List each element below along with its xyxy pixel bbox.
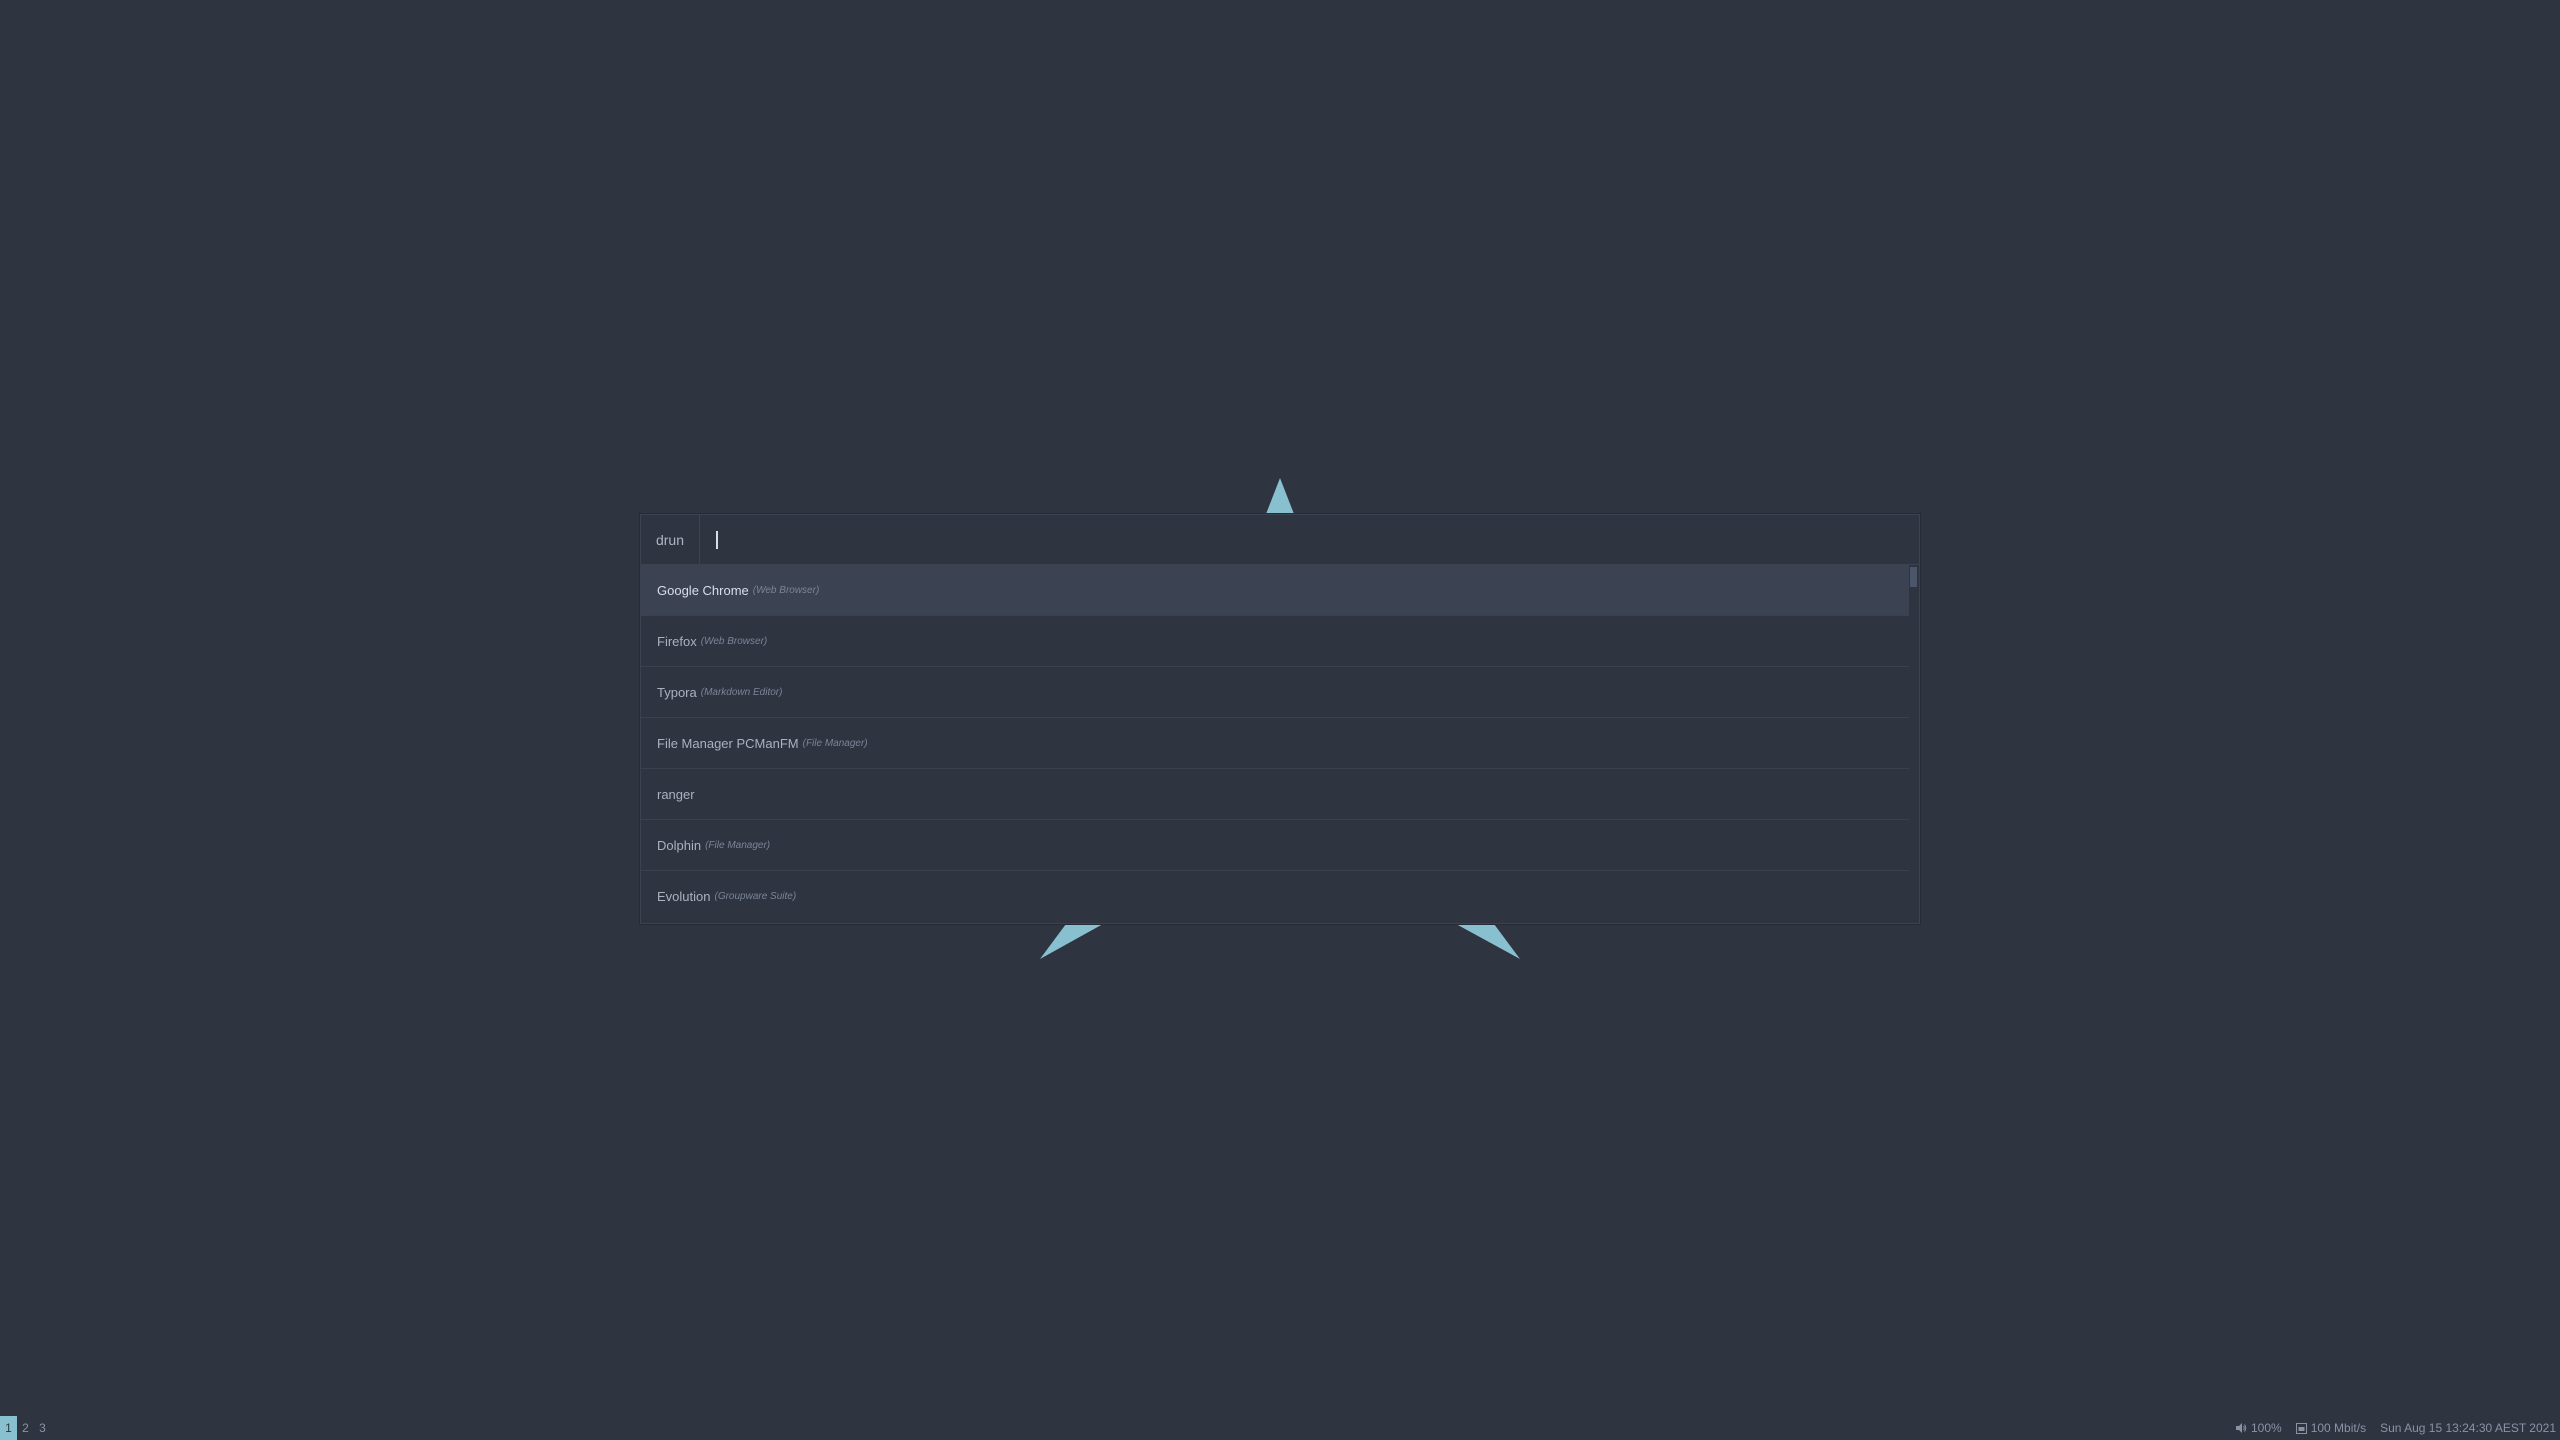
app-launcher: drun Google Chrome (Web Browser) Firefox… bbox=[640, 514, 1920, 924]
launcher-scrollbar[interactable] bbox=[1910, 565, 1917, 923]
network-status[interactable]: 100 Mbit/s bbox=[2295, 1421, 2367, 1435]
launcher-item-dolphin[interactable]: Dolphin (File Manager) bbox=[641, 820, 1909, 871]
launcher-item-generic: (Web Browser) bbox=[752, 584, 820, 596]
speaker-icon bbox=[2236, 1423, 2247, 1433]
launcher-item-generic: (Groupware Suite) bbox=[714, 891, 797, 902]
launcher-search-input[interactable] bbox=[700, 515, 1919, 564]
status-bar: 1 2 3 100% 100 Mbit/s Sun Aug 15 13:24:3… bbox=[0, 1416, 2560, 1440]
launcher-item-generic: (File Manager) bbox=[705, 839, 771, 851]
volume-level: 100% bbox=[2251, 1421, 2282, 1435]
workspace-switcher: 1 2 3 bbox=[0, 1416, 51, 1440]
launcher-item-pcmanfm[interactable]: File Manager PCManFM (File Manager) bbox=[641, 718, 1909, 769]
workspace-3[interactable]: 3 bbox=[34, 1416, 51, 1440]
launcher-item-name: Evolution bbox=[657, 889, 711, 904]
launcher-item-generic: (Web Browser) bbox=[700, 635, 768, 647]
launcher-item-name: File Manager PCManFM bbox=[657, 735, 799, 751]
launcher-item-generic: (File Manager) bbox=[802, 737, 868, 749]
launcher-results-list: Google Chrome (Web Browser) Firefox (Web… bbox=[641, 565, 1919, 923]
launcher-item-name: Dolphin bbox=[657, 837, 702, 853]
desktop: drun Google Chrome (Web Browser) Firefox… bbox=[0, 0, 2560, 1440]
launcher-item-ranger[interactable]: ranger bbox=[641, 769, 1909, 820]
launcher-mode-prompt: drun bbox=[641, 515, 700, 564]
wallpaper-triangle-left bbox=[1040, 924, 1103, 959]
launcher-item-evolution[interactable]: Evolution (Groupware Suite) bbox=[641, 871, 1909, 922]
text-caret bbox=[716, 530, 718, 549]
volume-status[interactable]: 100% bbox=[2235, 1421, 2282, 1435]
launcher-item-google-chrome[interactable]: Google Chrome (Web Browser) bbox=[641, 565, 1909, 616]
wallpaper-triangle-top bbox=[1266, 478, 1294, 514]
launcher-item-name: Typora bbox=[657, 684, 697, 700]
clock[interactable]: Sun Aug 15 13:24:30 AEST 2021 bbox=[2380, 1421, 2556, 1435]
workspace-2[interactable]: 2 bbox=[17, 1416, 34, 1440]
launcher-item-name: Google Chrome bbox=[657, 582, 749, 598]
launcher-inputbar: drun bbox=[641, 515, 1919, 565]
launcher-item-generic: (Markdown Editor) bbox=[700, 686, 783, 698]
launcher-item-name: Firefox bbox=[657, 633, 697, 649]
scrollbar-handle[interactable] bbox=[1910, 567, 1917, 587]
launcher-item-name: ranger bbox=[657, 786, 695, 802]
ethernet-icon bbox=[2295, 1422, 2307, 1434]
launcher-item-firefox[interactable]: Firefox (Web Browser) bbox=[641, 616, 1909, 667]
workspace-1[interactable]: 1 bbox=[0, 1416, 17, 1440]
wallpaper-triangle-right bbox=[1456, 924, 1520, 959]
clock-text: Sun Aug 15 13:24:30 AEST 2021 bbox=[2380, 1421, 2556, 1435]
launcher-item-typora[interactable]: Typora (Markdown Editor) bbox=[641, 667, 1909, 718]
network-speed: 100 Mbit/s bbox=[2310, 1421, 2367, 1435]
status-right-blocks: 100% 100 Mbit/s Sun Aug 15 13:24:30 AEST… bbox=[2235, 1416, 2556, 1440]
